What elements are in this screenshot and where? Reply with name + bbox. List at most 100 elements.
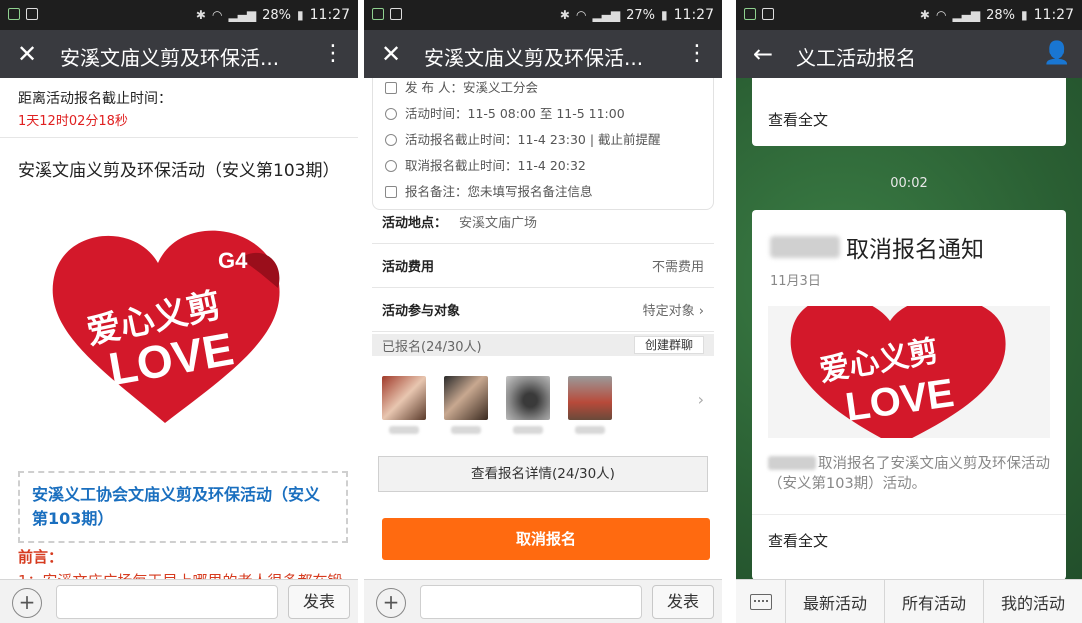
menu-my-activities[interactable]: 我的活动 (984, 580, 1082, 623)
wifi-icon: ◠ (935, 8, 947, 22)
close-icon: ✕ (380, 40, 402, 68)
close-button[interactable]: ✕ (12, 39, 42, 69)
participant-avatars[interactable] (382, 376, 612, 434)
location-value: 安溪文庙广场 (459, 216, 538, 231)
avatar (568, 376, 612, 420)
notice-title: 取消报名通知 (770, 230, 984, 264)
more-vertical-icon: ⋮ (322, 41, 344, 66)
clock-icon (385, 108, 397, 120)
app-notification-icon (744, 8, 756, 20)
activity-title: 安溪文庙义剪及环保活动（安义第103期） (18, 161, 340, 181)
comment-input[interactable] (420, 585, 642, 619)
close-icon: ✕ (16, 40, 38, 68)
meta-activity-time: 活动时间：11-5 08:00 至 11-5 11:00 (385, 101, 701, 127)
page-title: 安溪文庙义剪及环保活... (60, 46, 280, 70)
blurred-name (770, 236, 840, 258)
target-value: 特定对象 (642, 304, 695, 319)
fee-value: 不需费用 (651, 260, 704, 275)
love-heart-image: G4 爱心义剪 LOVE (40, 218, 290, 438)
app-notification-icon (8, 8, 20, 20)
send-button[interactable]: 发表 (652, 585, 714, 619)
more-vertical-icon: ⋮ (686, 41, 708, 66)
compose-bar: + 发表 (364, 579, 722, 623)
article-content[interactable]: 距离活动报名截止时间： 1天12时02分18秒 安溪文庙义剪及环保活动（安义第1… (0, 78, 358, 579)
status-bar: ✱ ◠ ▂▄▆ 28% ▮ 11:27 (736, 0, 1082, 30)
battery-level: 27% (626, 7, 656, 23)
battery-icon: ▮ (297, 8, 304, 22)
read-full-link[interactable]: 查看全文 (768, 530, 828, 551)
more-menu-button[interactable]: ⋮ (318, 39, 348, 69)
wifi-icon: ◠ (575, 8, 587, 22)
add-button[interactable]: + (376, 588, 406, 618)
signal-icon: ▂▄▆ (592, 8, 621, 22)
status-bar: ✱ ◠ ▂▄▆ 27% ▮ 11:27 (364, 0, 722, 30)
blurred-name (389, 426, 419, 434)
plus-icon: + (382, 590, 400, 614)
message-timestamp: 00:02 (890, 176, 928, 191)
cancel-notice-card[interactable]: 取消报名通知 11月3日 爱心义剪 LOVE 取消报名了安溪文庙义剪及环保活动（… (752, 210, 1066, 579)
participant-avatar[interactable] (506, 376, 550, 434)
clock: 11:27 (309, 7, 350, 23)
signal-icon: ▂▄▆ (952, 8, 981, 22)
target-label: 活动参与对象 (382, 304, 461, 319)
back-button[interactable]: ← (748, 39, 778, 69)
avatar (506, 376, 550, 420)
chevron-right-icon: › (698, 304, 704, 319)
edit-icon (385, 186, 397, 198)
mail-icon (390, 8, 402, 20)
chat-background[interactable]: 查看全文 00:02 取消报名通知 11月3日 爱心义剪 LOVE 取消报名了安… (736, 78, 1082, 579)
deadline-countdown: 1天12时02分18秒 (18, 114, 128, 129)
preface-text: 1：安溪文庙广场每天早上哪里的老人很多都在锻 (18, 570, 343, 579)
screen-activity-detail: ✱ ◠ ▂▄▆ 28% ▮ 11:27 ✕ 安溪文庙义剪及环保活... ⋮ 距离… (0, 0, 358, 623)
page-title: 义工活动报名 (796, 46, 916, 70)
activity-meta-card: 发 布 人：安溪义工分会 活动时间：11-5 08:00 至 11-5 11:0… (372, 78, 714, 210)
target-row[interactable]: 活动参与对象 特定对象 › (372, 288, 714, 332)
deadline-section: 距离活动报名截止时间： 1天12时02分18秒 (0, 78, 358, 138)
participant-avatar[interactable] (568, 376, 612, 434)
wifi-icon: ◠ (211, 8, 223, 22)
plus-icon: + (18, 590, 36, 614)
title-bar: ✕ 安溪文庙义剪及环保活... ⋮ (364, 30, 722, 78)
mail-icon (26, 8, 38, 20)
compose-bar: + 发表 (0, 579, 358, 623)
title-bar: ✕ 安溪文庙义剪及环保活... ⋮ (0, 30, 358, 78)
send-button[interactable]: 发表 (288, 585, 350, 619)
clock: 11:27 (1033, 7, 1074, 23)
create-group-chat-button[interactable]: 创建群聊 (633, 336, 704, 354)
menu-all-activities[interactable]: 所有活动 (885, 580, 984, 623)
menu-latest-activities[interactable]: 最新活动 (786, 580, 885, 623)
read-full-link[interactable]: 查看全文 (768, 109, 828, 130)
add-button[interactable]: + (12, 588, 42, 618)
view-signup-details-button[interactable]: 查看报名详情(24/30人) (378, 456, 708, 492)
bluetooth-icon: ✱ (919, 8, 930, 22)
cancel-signup-button[interactable]: 取消报名 (382, 518, 710, 560)
blurred-name (575, 426, 605, 434)
signup-content[interactable]: 发 布 人：安溪义工分会 活动时间：11-5 08:00 至 11-5 11:0… (364, 78, 722, 579)
status-bar: ✱ ◠ ▂▄▆ 28% ▮ 11:27 (0, 0, 358, 30)
title-bar: ← 义工活动报名 👤 (736, 30, 1082, 78)
fee-row: 活动费用 不需费用 (372, 244, 714, 288)
comment-input[interactable] (56, 585, 278, 619)
battery-level: 28% (262, 7, 292, 23)
meta-signup-deadline[interactable]: 活动报名截止时间：11-4 23:30 | 截止前提醒 (385, 127, 701, 153)
divider (752, 514, 1066, 515)
activity-info-box: 安溪义工协会文庙义剪及环保活动（安义第103期） (18, 471, 348, 543)
previous-message-card[interactable]: 查看全文 (752, 78, 1066, 146)
close-button[interactable]: ✕ (376, 39, 406, 69)
location-label: 活动地点： (382, 216, 448, 231)
meta-cancel-deadline: 取消报名截止时间：11-4 20:32 (385, 153, 701, 179)
preface-label: 前言： (18, 548, 64, 566)
arrow-left-icon: ← (752, 40, 774, 68)
participant-avatar[interactable] (382, 376, 426, 434)
chevron-right-icon[interactable]: › (698, 390, 704, 409)
participant-avatar[interactable] (444, 376, 488, 434)
avatar (444, 376, 488, 420)
app-notification-icon (372, 8, 384, 20)
keyboard-toggle-button[interactable] (736, 580, 786, 623)
profile-button[interactable]: 👤 (1042, 39, 1072, 69)
keyboard-icon (749, 593, 772, 610)
person-icon: 👤 (1043, 41, 1071, 66)
more-menu-button[interactable]: ⋮ (682, 39, 712, 69)
avatar (382, 376, 426, 420)
blurred-name (768, 456, 816, 470)
